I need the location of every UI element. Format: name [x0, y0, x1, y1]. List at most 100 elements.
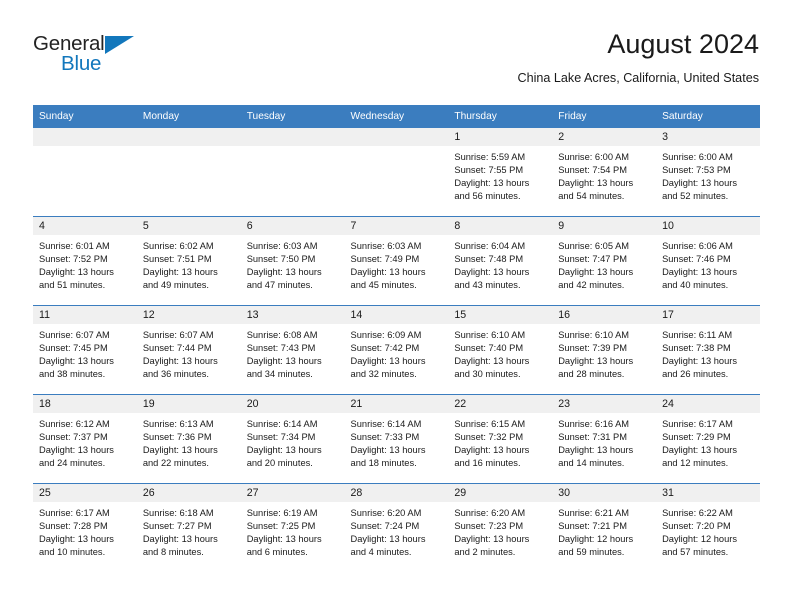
calendar-day-cell[interactable]: 3 Sunrise: 6:00 AM Sunset: 7:53 PM Daylight… — [656, 128, 760, 216]
sunset-text: Sunset: 7:50 PM — [246, 254, 316, 265]
daylight-text-line2: and 30 minutes. — [454, 369, 521, 380]
calendar-day-cell[interactable]: 5 Sunrise: 6:02 AM Sunset: 7:51 PM Daylight… — [136, 217, 241, 305]
sunrise-text: Sunrise: 6:17 AM — [39, 508, 110, 518]
sunset-text: Sunset: 7:31 PM — [558, 432, 627, 443]
sunrise-text: Sunrise: 6:14 AM — [350, 419, 422, 429]
daylight-text-line2: and 24 minutes. — [39, 458, 106, 469]
calendar-day-cell[interactable]: 23 Sunrise: 6:16 AM Sunset: 7:31 PM Dayligh… — [552, 395, 657, 483]
calendar-day-cell[interactable]: 16 Sunrise: 6:10 AM Sunset: 7:39 PM Dayligh… — [552, 306, 657, 394]
calendar-day-cell[interactable]: 10 Sunrise: 6:06 AM Sunset: 7:46 PM Dayligh… — [656, 217, 760, 305]
day-number: 18 — [33, 395, 137, 413]
day-number: 19 — [136, 395, 241, 413]
calendar-day-cell[interactable]: 30 Sunrise: 6:21 AM Sunset: 7:21 PM Dayligh… — [552, 484, 657, 572]
calendar-day-cell[interactable]: 9 Sunrise: 6:05 AM Sunset: 7:47 PM Daylight… — [552, 217, 657, 305]
daylight-text-line2: and 54 minutes. — [558, 191, 625, 202]
sunset-text: Sunset: 7:37 PM — [39, 432, 108, 443]
daylight-text-line2: and 14 minutes. — [558, 458, 625, 469]
sunset-text: Sunset: 7:38 PM — [662, 343, 731, 354]
day-sun-info: Sunrise: 5:59 AM Sunset: 7:55 PM Daylight:… — [448, 146, 552, 203]
daylight-text-line1: Daylight: 13 hours — [246, 267, 322, 278]
sunset-text: Sunset: 7:24 PM — [350, 521, 420, 532]
day-sun-info: Sunrise: 6:10 AM Sunset: 7:40 PM Daylight:… — [448, 324, 552, 381]
day-number: 15 — [448, 306, 553, 324]
day-number: 7 — [344, 217, 449, 235]
daylight-text-line1: Daylight: 13 hours — [142, 356, 218, 367]
weekday-header-tuesday: Tuesday — [246, 111, 286, 122]
calendar-day-cell[interactable]: 7 Sunrise: 6:03 AM Sunset: 7:49 PM Daylight… — [344, 217, 449, 305]
daylight-text-line1: Daylight: 13 hours — [558, 178, 634, 189]
calendar-day-cell[interactable]: 31 Sunrise: 6:22 AM Sunset: 7:20 PM Dayligh… — [656, 484, 760, 572]
weekday-header-friday: Friday — [558, 111, 587, 122]
day-sun-info: Sunrise: 6:03 AM Sunset: 7:50 PM Daylight:… — [241, 235, 345, 292]
title-block: August 2024 China Lake Acres, California… — [517, 28, 759, 86]
day-sun-info: Sunrise: 6:06 AM Sunset: 7:46 PM Daylight:… — [656, 235, 760, 292]
sunset-text: Sunset: 7:46 PM — [662, 254, 731, 265]
sunset-text: Sunset: 7:54 PM — [558, 165, 627, 176]
calendar-day-cell[interactable]: 29 Sunrise: 6:20 AM Sunset: 7:23 PM Dayligh… — [448, 484, 553, 572]
daylight-text-line1: Daylight: 13 hours — [454, 267, 530, 278]
day-sun-info: Sunrise: 6:02 AM Sunset: 7:51 PM Daylight:… — [137, 235, 241, 292]
day-number: 12 — [136, 306, 241, 324]
day-sun-info: Sunrise: 6:19 AM Sunset: 7:25 PM Daylight:… — [241, 502, 345, 559]
daylight-text-line2: and 26 minutes. — [662, 369, 729, 380]
day-number: 13 — [240, 306, 345, 324]
daylight-text-line2: and 36 minutes. — [142, 369, 209, 380]
sunset-text: Sunset: 7:28 PM — [39, 521, 108, 532]
sunrise-text: Sunrise: 6:21 AM — [558, 508, 630, 518]
calendar-day-cell[interactable]: 11 Sunrise: 6:07 AM Sunset: 7:45 PM Dayligh… — [33, 306, 137, 394]
general-blue-logo[interactable]: General Blue — [33, 33, 183, 79]
daylight-text-line1: Daylight: 13 hours — [350, 267, 426, 278]
day-number: 30 — [552, 484, 657, 502]
weekday-header-sunday: Sunday — [39, 111, 74, 122]
sunrise-text: Sunrise: 6:13 AM — [142, 419, 214, 429]
calendar-day-cell[interactable]: 8 Sunrise: 6:04 AM Sunset: 7:48 PM Daylight… — [448, 217, 553, 305]
daylight-text-line1: Daylight: 13 hours — [39, 267, 114, 278]
daylight-text-line1: Daylight: 13 hours — [454, 445, 530, 456]
calendar-week-row: 18 Sunrise: 6:12 AM Sunset: 7:37 PM Dayligh… — [33, 394, 760, 483]
daylight-text-line2: and 32 minutes. — [350, 369, 417, 380]
calendar-day-cell[interactable]: 25 Sunrise: 6:17 AM Sunset: 7:28 PM Dayligh… — [33, 484, 137, 572]
calendar-day-cell[interactable]: 6 Sunrise: 6:03 AM Sunset: 7:50 PM Daylight… — [240, 217, 345, 305]
sunset-text: Sunset: 7:53 PM — [662, 165, 731, 176]
calendar-empty-cell — [33, 128, 137, 216]
calendar-day-cell[interactable]: 4 Sunrise: 6:01 AM Sunset: 7:52 PM Daylight… — [33, 217, 137, 305]
day-sun-info: Sunrise: 6:13 AM Sunset: 7:36 PM Daylight:… — [137, 413, 241, 470]
sunrise-text: Sunrise: 6:12 AM — [39, 419, 110, 429]
calendar-day-cell[interactable]: 18 Sunrise: 6:12 AM Sunset: 7:37 PM Dayligh… — [33, 395, 137, 483]
calendar-day-cell[interactable]: 28 Sunrise: 6:20 AM Sunset: 7:24 PM Dayligh… — [344, 484, 449, 572]
calendar-day-cell[interactable]: 26 Sunrise: 6:18 AM Sunset: 7:27 PM Dayligh… — [136, 484, 241, 572]
daylight-text-line2: and 38 minutes. — [39, 369, 106, 380]
calendar-day-cell[interactable]: 15 Sunrise: 6:10 AM Sunset: 7:40 PM Dayligh… — [448, 306, 553, 394]
calendar-day-cell[interactable]: 21 Sunrise: 6:14 AM Sunset: 7:33 PM Dayligh… — [344, 395, 449, 483]
calendar-day-cell[interactable]: 1 Sunrise: 5:59 AM Sunset: 7:55 PM Daylight… — [448, 128, 553, 216]
calendar-day-cell[interactable]: 22 Sunrise: 6:15 AM Sunset: 7:32 PM Dayligh… — [448, 395, 553, 483]
daylight-text-line1: Daylight: 13 hours — [558, 445, 634, 456]
daylight-text-line2: and 45 minutes. — [350, 280, 417, 291]
calendar-day-cell[interactable]: 19 Sunrise: 6:13 AM Sunset: 7:36 PM Dayligh… — [136, 395, 241, 483]
calendar-day-cell[interactable]: 20 Sunrise: 6:14 AM Sunset: 7:34 PM Dayligh… — [240, 395, 345, 483]
calendar-day-cell[interactable]: 14 Sunrise: 6:09 AM Sunset: 7:42 PM Dayligh… — [344, 306, 449, 394]
calendar-grid: Sunday Monday Tuesday Wednesday Thursday… — [33, 105, 760, 572]
day-number: 11 — [33, 306, 137, 324]
sunset-text: Sunset: 7:40 PM — [454, 343, 524, 354]
daylight-text-line1: Daylight: 13 hours — [454, 356, 530, 367]
daylight-text-line1: Daylight: 13 hours — [246, 534, 322, 545]
calendar-day-cell[interactable]: 12 Sunrise: 6:07 AM Sunset: 7:44 PM Dayligh… — [136, 306, 241, 394]
daylight-text-line1: Daylight: 13 hours — [454, 534, 530, 545]
sunset-text: Sunset: 7:36 PM — [142, 432, 212, 443]
daylight-text-line2: and 43 minutes. — [454, 280, 521, 291]
daylight-text-line2: and 57 minutes. — [662, 547, 729, 558]
calendar-day-cell[interactable]: 24 Sunrise: 6:17 AM Sunset: 7:29 PM Dayligh… — [656, 395, 760, 483]
daylight-text-line1: Daylight: 13 hours — [558, 356, 634, 367]
weekday-header-row: Sunday Monday Tuesday Wednesday Thursday… — [33, 105, 760, 128]
day-sun-info: Sunrise: 6:01 AM Sunset: 7:52 PM Daylight:… — [33, 235, 137, 292]
calendar-day-cell[interactable]: 27 Sunrise: 6:19 AM Sunset: 7:25 PM Dayligh… — [240, 484, 345, 572]
day-sun-info: Sunrise: 6:09 AM Sunset: 7:42 PM Daylight:… — [345, 324, 449, 381]
calendar-day-cell[interactable]: 13 Sunrise: 6:08 AM Sunset: 7:43 PM Dayligh… — [240, 306, 345, 394]
calendar-empty-cell — [240, 128, 345, 216]
day-number: 25 — [33, 484, 137, 502]
calendar-week-row: 11 Sunrise: 6:07 AM Sunset: 7:45 PM Dayligh… — [33, 305, 760, 394]
calendar-day-cell[interactable]: 17 Sunrise: 6:11 AM Sunset: 7:38 PM Dayligh… — [656, 306, 760, 394]
calendar-day-cell[interactable]: 2 Sunrise: 6:00 AM Sunset: 7:54 PM Daylight… — [552, 128, 657, 216]
day-number: 29 — [448, 484, 553, 502]
